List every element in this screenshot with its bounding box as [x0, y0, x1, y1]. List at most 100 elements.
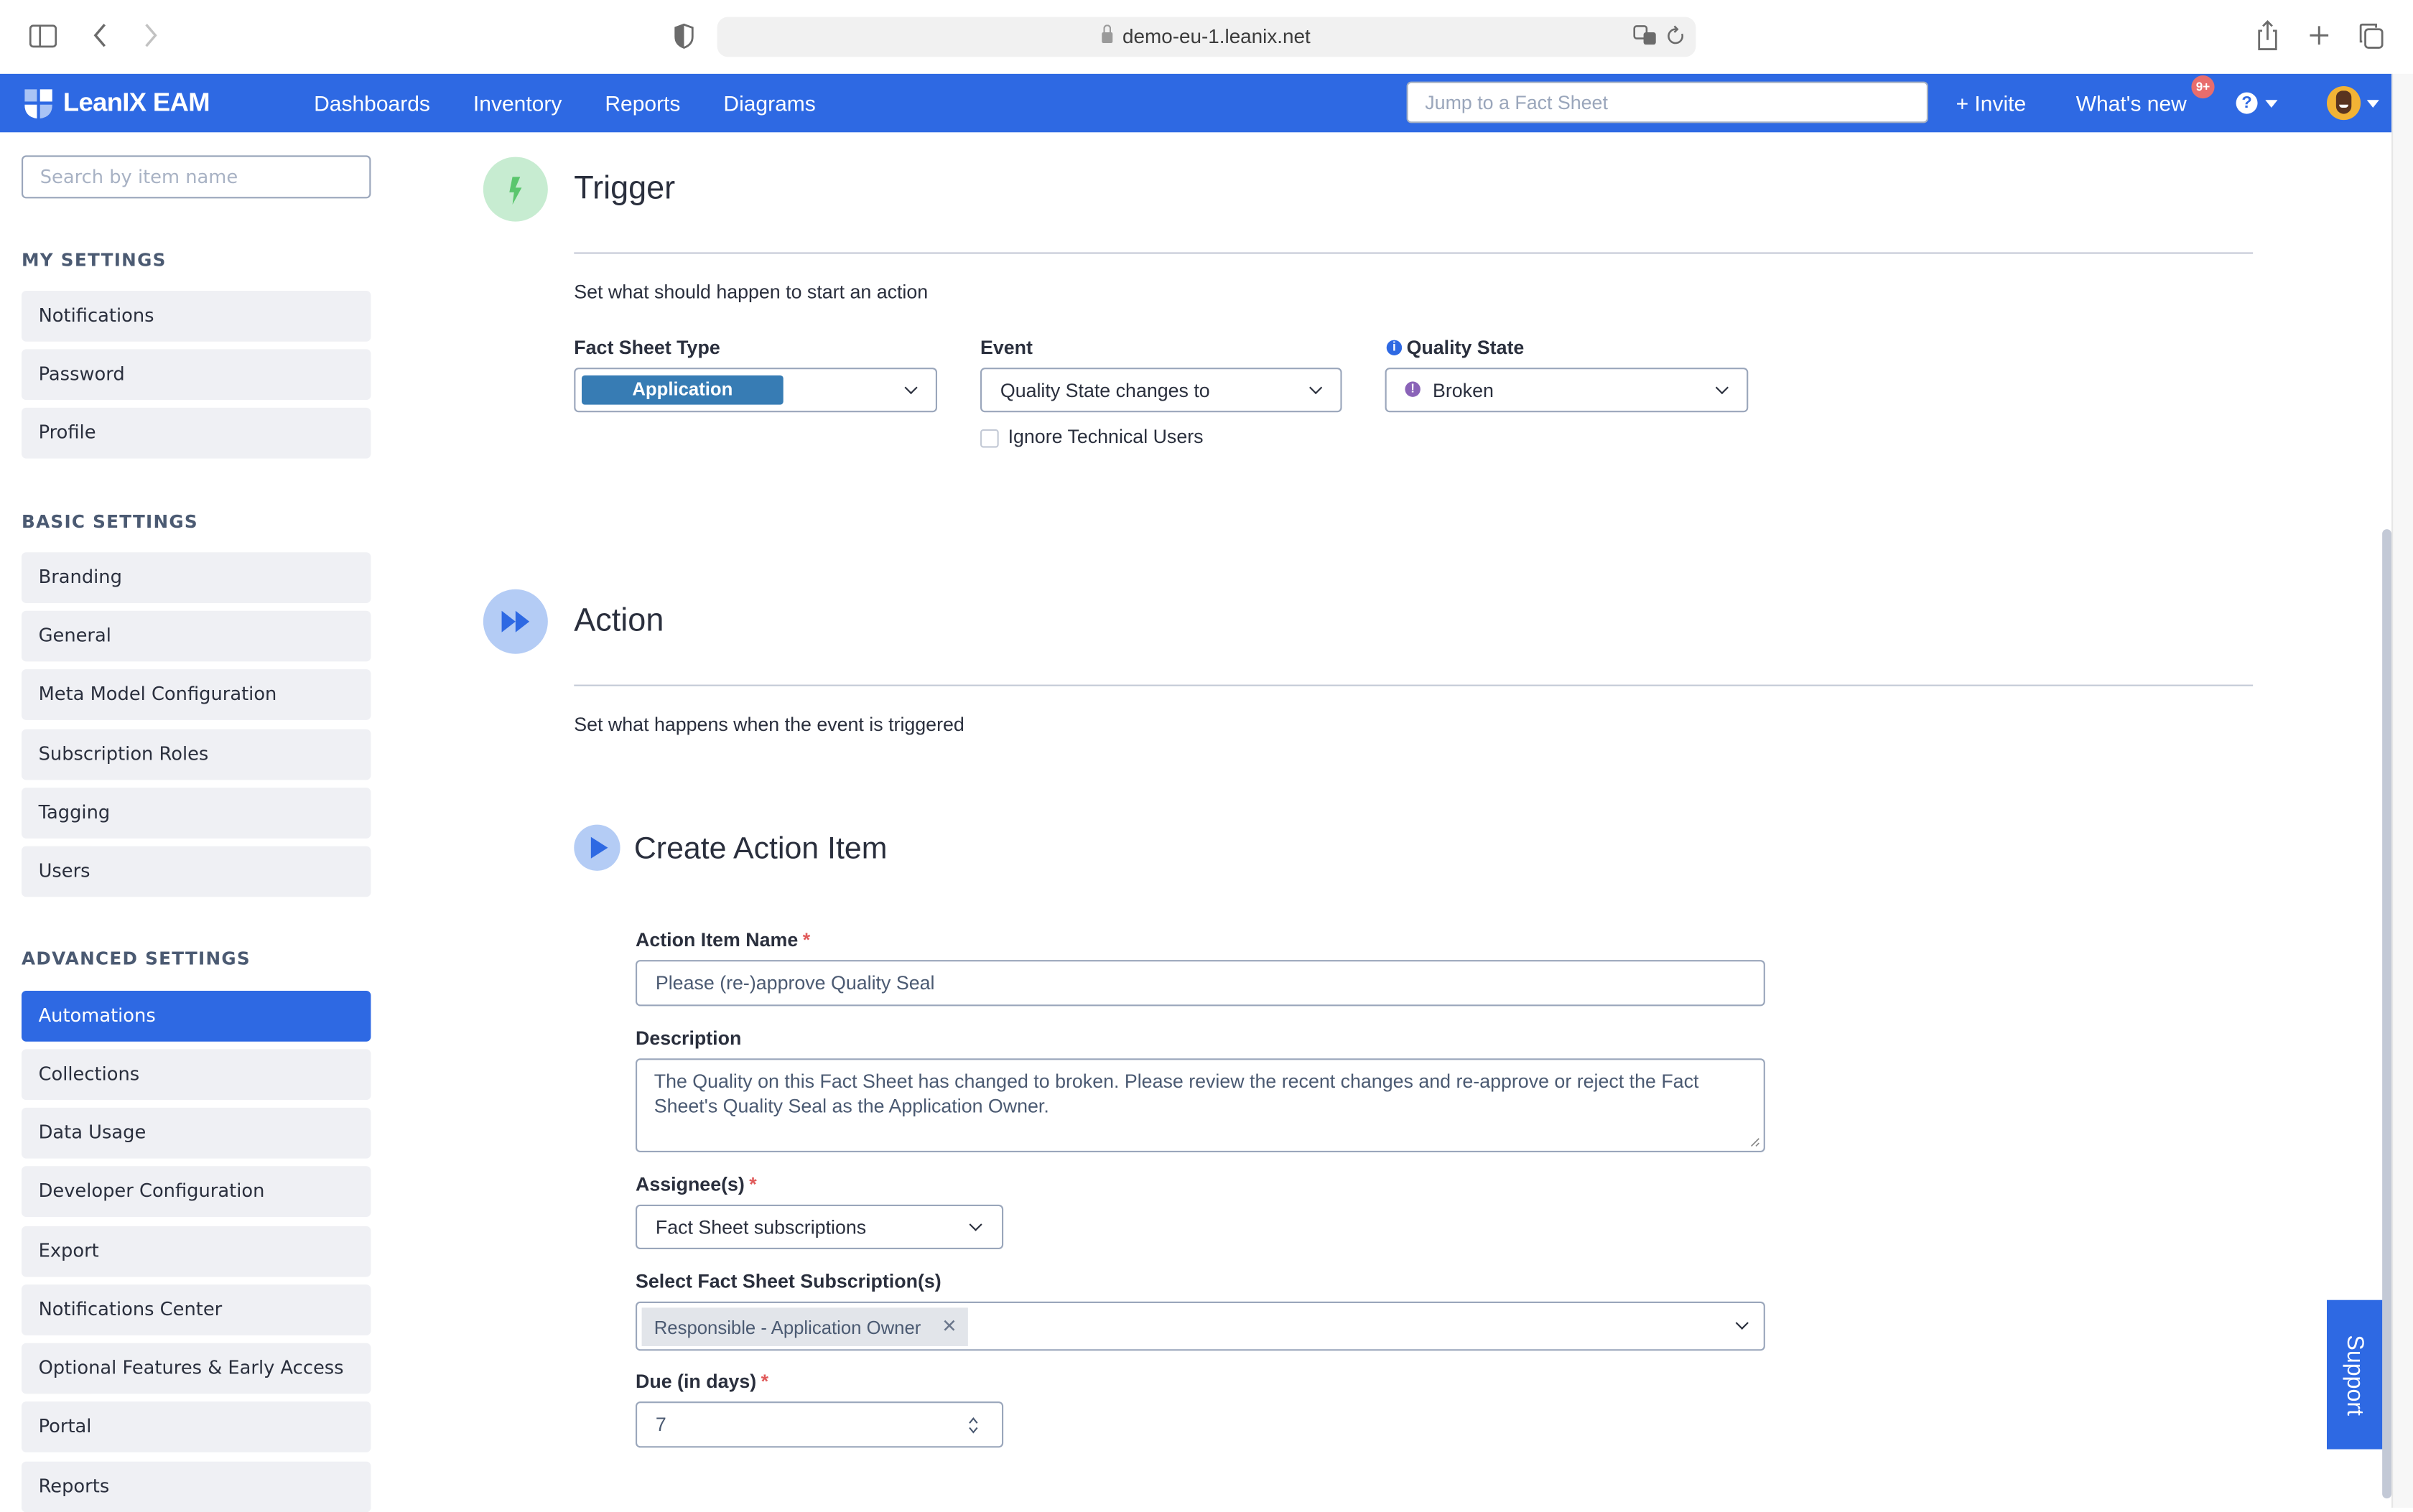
main-nav: Dashboards Inventory Reports Diagrams	[314, 90, 816, 115]
number-stepper-icon[interactable]	[967, 1415, 980, 1435]
group-title-my-settings: MY SETTINGS	[22, 249, 167, 271]
sidebar-item-subscription-roles[interactable]: Subscription Roles	[22, 729, 371, 780]
quality-state-label: Quality State	[1406, 337, 1525, 359]
translate-icon[interactable]	[1633, 24, 1658, 54]
description-value: The Quality on this Fact Sheet has chang…	[654, 1070, 1699, 1117]
trigger-subtitle: Set what should happen to start an actio…	[574, 281, 929, 304]
fact-sheet-type-label: Fact Sheet Type	[574, 337, 720, 359]
chevron-down-icon	[1735, 1316, 1749, 1330]
due-days-input[interactable]: 7	[636, 1401, 1004, 1448]
info-icon[interactable]: i	[1386, 340, 1403, 355]
window-gutter	[2391, 73, 2413, 1508]
nav-reports[interactable]: Reports	[605, 90, 680, 115]
action-icon-badge	[483, 589, 548, 654]
action-item-name-value: Please (re-)approve Quality Seal	[655, 972, 935, 994]
fact-sheet-type-tag: Application	[582, 375, 784, 405]
sidebar-item-general[interactable]: General	[22, 610, 371, 662]
action-item-name-label: Action Item Name *	[636, 929, 811, 951]
invite-button[interactable]: + Invite	[1956, 90, 2027, 115]
tabs-overview-icon[interactable]	[2359, 23, 2384, 55]
nav-dashboards[interactable]: Dashboards	[314, 90, 430, 115]
description-label: Description	[636, 1027, 742, 1050]
description-textarea[interactable]: The Quality on this Fact Sheet has chang…	[636, 1058, 1765, 1152]
back-icon[interactable]	[93, 23, 108, 54]
sidebar-item-notifications-center[interactable]: Notifications Center	[22, 1284, 371, 1335]
nav-diagrams[interactable]: Diagrams	[723, 90, 815, 115]
user-avatar[interactable]	[2327, 86, 2361, 121]
help-dropdown-caret-icon[interactable]	[2265, 100, 2278, 108]
fact-sheet-type-select[interactable]: Application	[574, 368, 937, 413]
support-button[interactable]: Support	[2327, 1299, 2383, 1450]
sidebar-item-portal[interactable]: Portal	[22, 1401, 371, 1452]
chevron-down-icon	[1715, 381, 1729, 395]
lightning-icon	[509, 177, 522, 205]
play-icon	[590, 836, 608, 859]
shield-icon[interactable]	[674, 23, 694, 55]
chevron-down-icon	[1309, 381, 1323, 395]
sidebar-item-branding[interactable]: Branding	[22, 552, 371, 603]
subscriptions-multiselect[interactable]: Responsible - Application Owner ✕	[636, 1301, 1765, 1351]
create-action-item-title: Create Action Item	[633, 832, 888, 867]
brand-logo[interactable]: LeanIX EAM	[24, 88, 210, 118]
sidebar-item-reports[interactable]: Reports	[22, 1461, 371, 1512]
sidebar-item-developer-configuration[interactable]: Developer Configuration	[22, 1166, 371, 1217]
remove-tag-icon[interactable]: ✕	[942, 1315, 957, 1337]
assignees-value: Fact Sheet subscriptions	[655, 1217, 867, 1238]
sidebar-item-profile[interactable]: Profile	[22, 407, 371, 459]
ignore-technical-users-checkbox[interactable]	[980, 429, 999, 448]
share-icon[interactable]	[2256, 20, 2279, 57]
jump-to-fact-sheet-input[interactable]: Jump to a Fact Sheet	[1406, 81, 1928, 123]
sidebar-item-password[interactable]: Password	[22, 349, 371, 401]
address-bar[interactable]: demo-eu-1.leanix.net	[717, 17, 1696, 57]
sidebar-toggle-icon[interactable]	[29, 24, 57, 54]
sidebar-item-meta-model-configuration[interactable]: Meta Model Configuration	[22, 669, 371, 720]
event-select[interactable]: Quality State changes to	[980, 368, 1342, 413]
ignore-technical-users-label: Ignore Technical Users	[1008, 426, 1204, 448]
support-label: Support	[2341, 1334, 2368, 1415]
trigger-icon-badge	[483, 157, 548, 222]
sidebar-item-export[interactable]: Export	[22, 1226, 371, 1277]
due-label: Due (in days) *	[636, 1371, 769, 1393]
sidebar-item-tagging[interactable]: Tagging	[22, 788, 371, 839]
whats-new-button[interactable]: What's new	[2076, 90, 2187, 115]
leanix-logo-icon	[24, 88, 52, 118]
quality-state-select[interactable]: ! Broken	[1385, 368, 1749, 413]
quality-state-value: Broken	[1432, 380, 1494, 402]
fast-forward-icon	[501, 610, 530, 633]
chevron-down-icon	[904, 381, 918, 395]
group-title-advanced-settings: ADVANCED SETTINGS	[22, 948, 251, 969]
sidebar-search-input[interactable]: Search by item name	[22, 155, 371, 199]
user-menu-caret-icon[interactable]	[2366, 100, 2379, 108]
sidebar-item-optional-features[interactable]: Optional Features & Early Access	[22, 1343, 371, 1394]
sidebar-item-automations[interactable]: Automations	[22, 991, 371, 1042]
sidebar-item-notifications[interactable]: Notifications	[22, 291, 371, 342]
chevron-down-icon	[969, 1218, 982, 1231]
sidebar-item-collections[interactable]: Collections	[22, 1049, 371, 1101]
lock-icon	[1102, 24, 1114, 43]
app-header: LeanIX EAM Dashboards Inventory Reports …	[0, 73, 2391, 133]
subscription-tag-label: Responsible - Application Owner	[654, 1317, 921, 1339]
brand-name: LeanIX EAM	[62, 88, 210, 117]
nav-inventory[interactable]: Inventory	[473, 90, 562, 115]
create-action-item-icon-badge	[574, 824, 620, 871]
sidebar-item-users[interactable]: Users	[22, 846, 371, 897]
url-text: demo-eu-1.leanix.net	[1122, 24, 1311, 48]
browser-toolbar: demo-eu-1.leanix.net	[0, 0, 2413, 74]
forward-icon[interactable]	[143, 23, 158, 54]
resize-handle-icon[interactable]	[1749, 1137, 1760, 1148]
assignees-label: Assignee(s) *	[636, 1174, 757, 1195]
event-value: Quality State changes to	[1000, 380, 1210, 402]
due-days-value: 7	[655, 1414, 666, 1436]
page-scrollbar[interactable]	[2382, 529, 2391, 1499]
assignees-select[interactable]: Fact Sheet subscriptions	[636, 1204, 1004, 1249]
new-tab-icon[interactable]	[2308, 24, 2330, 52]
help-icon[interactable]: ?	[2236, 92, 2258, 114]
sidebar-item-data-usage[interactable]: Data Usage	[22, 1107, 371, 1159]
avatar-face	[2335, 90, 2352, 114]
whats-new-badge: 9+	[2191, 75, 2215, 99]
event-label: Event	[980, 337, 1033, 359]
reload-icon[interactable]	[1667, 24, 1686, 54]
action-item-name-input[interactable]: Please (re-)approve Quality Seal	[636, 960, 1765, 1007]
action-title: Action	[574, 603, 664, 639]
action-divider	[574, 684, 2254, 686]
